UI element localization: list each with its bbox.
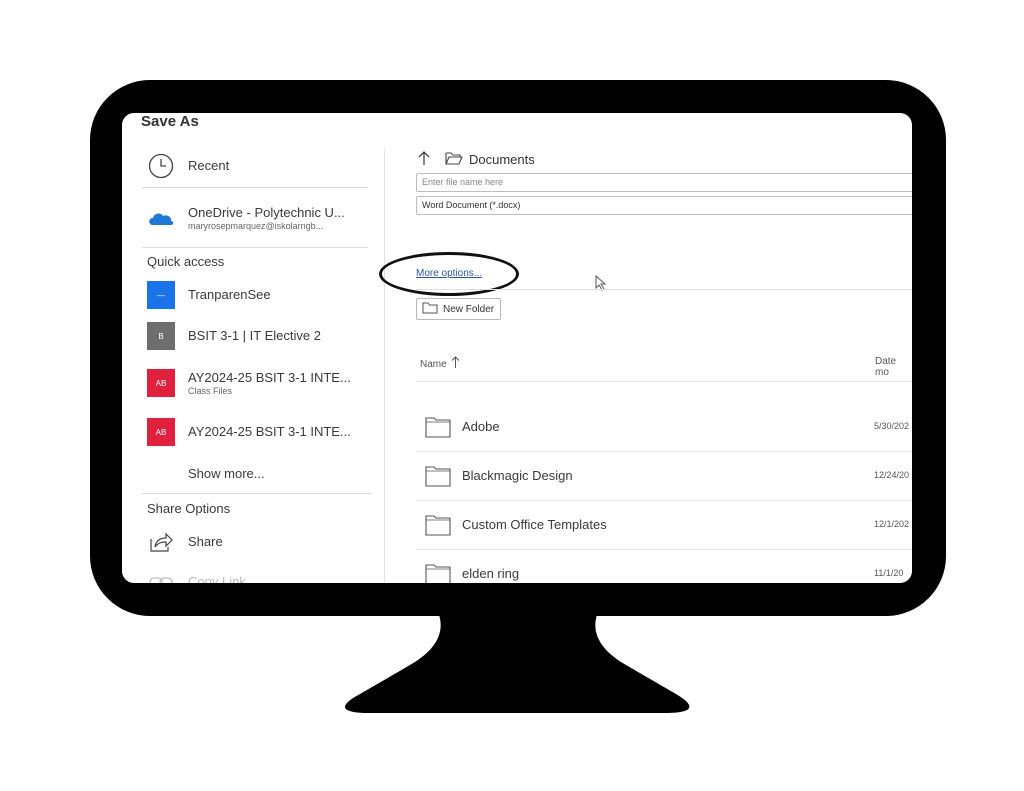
link-icon	[147, 568, 175, 583]
file-date: 12/24/20	[874, 470, 910, 480]
file-date: 11/1/20	[874, 568, 904, 578]
sidebar-item-label: Copy Link	[188, 574, 246, 583]
sidebar-item-onedrive[interactable]: OneDrive - Polytechnic U... maryrosepmar…	[147, 204, 345, 232]
sidebar-item-copy-link[interactable]: Copy Link	[147, 568, 246, 583]
row-divider	[416, 451, 912, 452]
sidebar-item-label: OneDrive - Polytechnic U...	[188, 204, 345, 220]
folder-icon	[425, 465, 451, 492]
folder-icon	[425, 563, 451, 583]
column-name-label: Name	[420, 358, 447, 370]
sidebar-item-bsit-elective[interactable]: B BSIT 3-1 | IT Elective 2	[147, 322, 321, 350]
site-tile-icon: AB	[147, 369, 175, 397]
divider	[142, 493, 372, 494]
file-name: Adobe	[462, 419, 500, 434]
folder-open-icon	[445, 151, 463, 168]
new-folder-button[interactable]: New Folder	[416, 298, 501, 320]
column-header-name[interactable]: Name	[420, 356, 460, 372]
sidebar-item-label: AY2024-25 BSIT 3-1 INTE...	[188, 424, 351, 439]
file-type-select[interactable]: Word Document (*.docx)	[416, 196, 912, 215]
sort-up-arrow-icon	[451, 356, 460, 372]
table-row[interactable]: Adobe 5/30/202	[416, 404, 912, 452]
location-bar: Documents	[417, 150, 535, 169]
site-tile-icon: B	[147, 322, 175, 350]
divider	[416, 289, 912, 290]
sidebar-item-share[interactable]: Share	[147, 528, 223, 556]
sidebar-item-recent[interactable]: Recent	[147, 152, 229, 180]
column-header-date[interactable]: Date mo	[875, 356, 912, 378]
file-name: Blackmagic Design	[462, 468, 573, 483]
sidebar-item-label: Recent	[188, 158, 230, 173]
sidebar-item-ay2024[interactable]: AB AY2024-25 BSIT 3-1 INTE...	[147, 418, 351, 446]
main-pane: Documents Enter file name here Word Docu…	[379, 113, 912, 583]
show-more-button[interactable]: Show more...	[188, 466, 265, 481]
share-options-heading: Share Options	[147, 501, 231, 516]
quick-access-heading: Quick access	[147, 254, 225, 269]
sidebar-item-ay2024-class-files[interactable]: AB AY2024-25 BSIT 3-1 INTE... Class File…	[147, 369, 351, 397]
new-folder-icon	[422, 302, 438, 317]
file-name: elden ring	[462, 566, 520, 581]
file-name: Custom Office Templates	[462, 517, 607, 532]
table-row[interactable]: Blackmagic Design 12/24/20	[416, 453, 912, 501]
folder-icon	[425, 416, 451, 443]
site-tile-icon: AB	[147, 418, 175, 446]
divider	[142, 247, 368, 248]
sidebar-item-label: TranparenSee	[188, 287, 271, 302]
share-icon	[147, 528, 175, 556]
divider	[142, 187, 368, 188]
current-folder-label: Documents	[469, 152, 535, 167]
sidebar-item-account: maryrosepmarquez@iskolarngb...	[188, 220, 324, 231]
cloud-icon	[147, 204, 175, 232]
file-name-input[interactable]: Enter file name here	[416, 173, 912, 192]
sidebar: Recent OneDrive - Polytechnic U... maryr…	[122, 113, 385, 583]
arrow-up-icon[interactable]	[417, 150, 431, 169]
sidebar-item-sublabel: Class Files	[188, 385, 233, 396]
site-tile-icon: —	[147, 281, 175, 309]
clock-icon	[147, 152, 175, 180]
table-row[interactable]: elden ring 11/1/20	[416, 551, 912, 583]
sidebar-item-label: AY2024-25 BSIT 3-1 INTE...	[188, 369, 351, 385]
file-date: 12/1/202	[874, 519, 910, 529]
header-divider	[416, 381, 912, 382]
row-divider	[416, 500, 912, 501]
file-date: 5/30/202	[874, 421, 910, 431]
new-folder-label: New Folder	[443, 303, 495, 315]
sidebar-item-label: Share	[188, 534, 223, 549]
sidebar-item-label: BSIT 3-1 | IT Elective 2	[188, 328, 321, 343]
screen: Save As Recent OneDrive - Polytechnic U.…	[122, 113, 912, 583]
sidebar-item-tranparensee[interactable]: — TranparenSee	[147, 281, 271, 309]
table-row[interactable]: Custom Office Templates 12/1/202	[416, 502, 912, 550]
row-divider	[416, 549, 912, 550]
folder-icon	[425, 514, 451, 541]
